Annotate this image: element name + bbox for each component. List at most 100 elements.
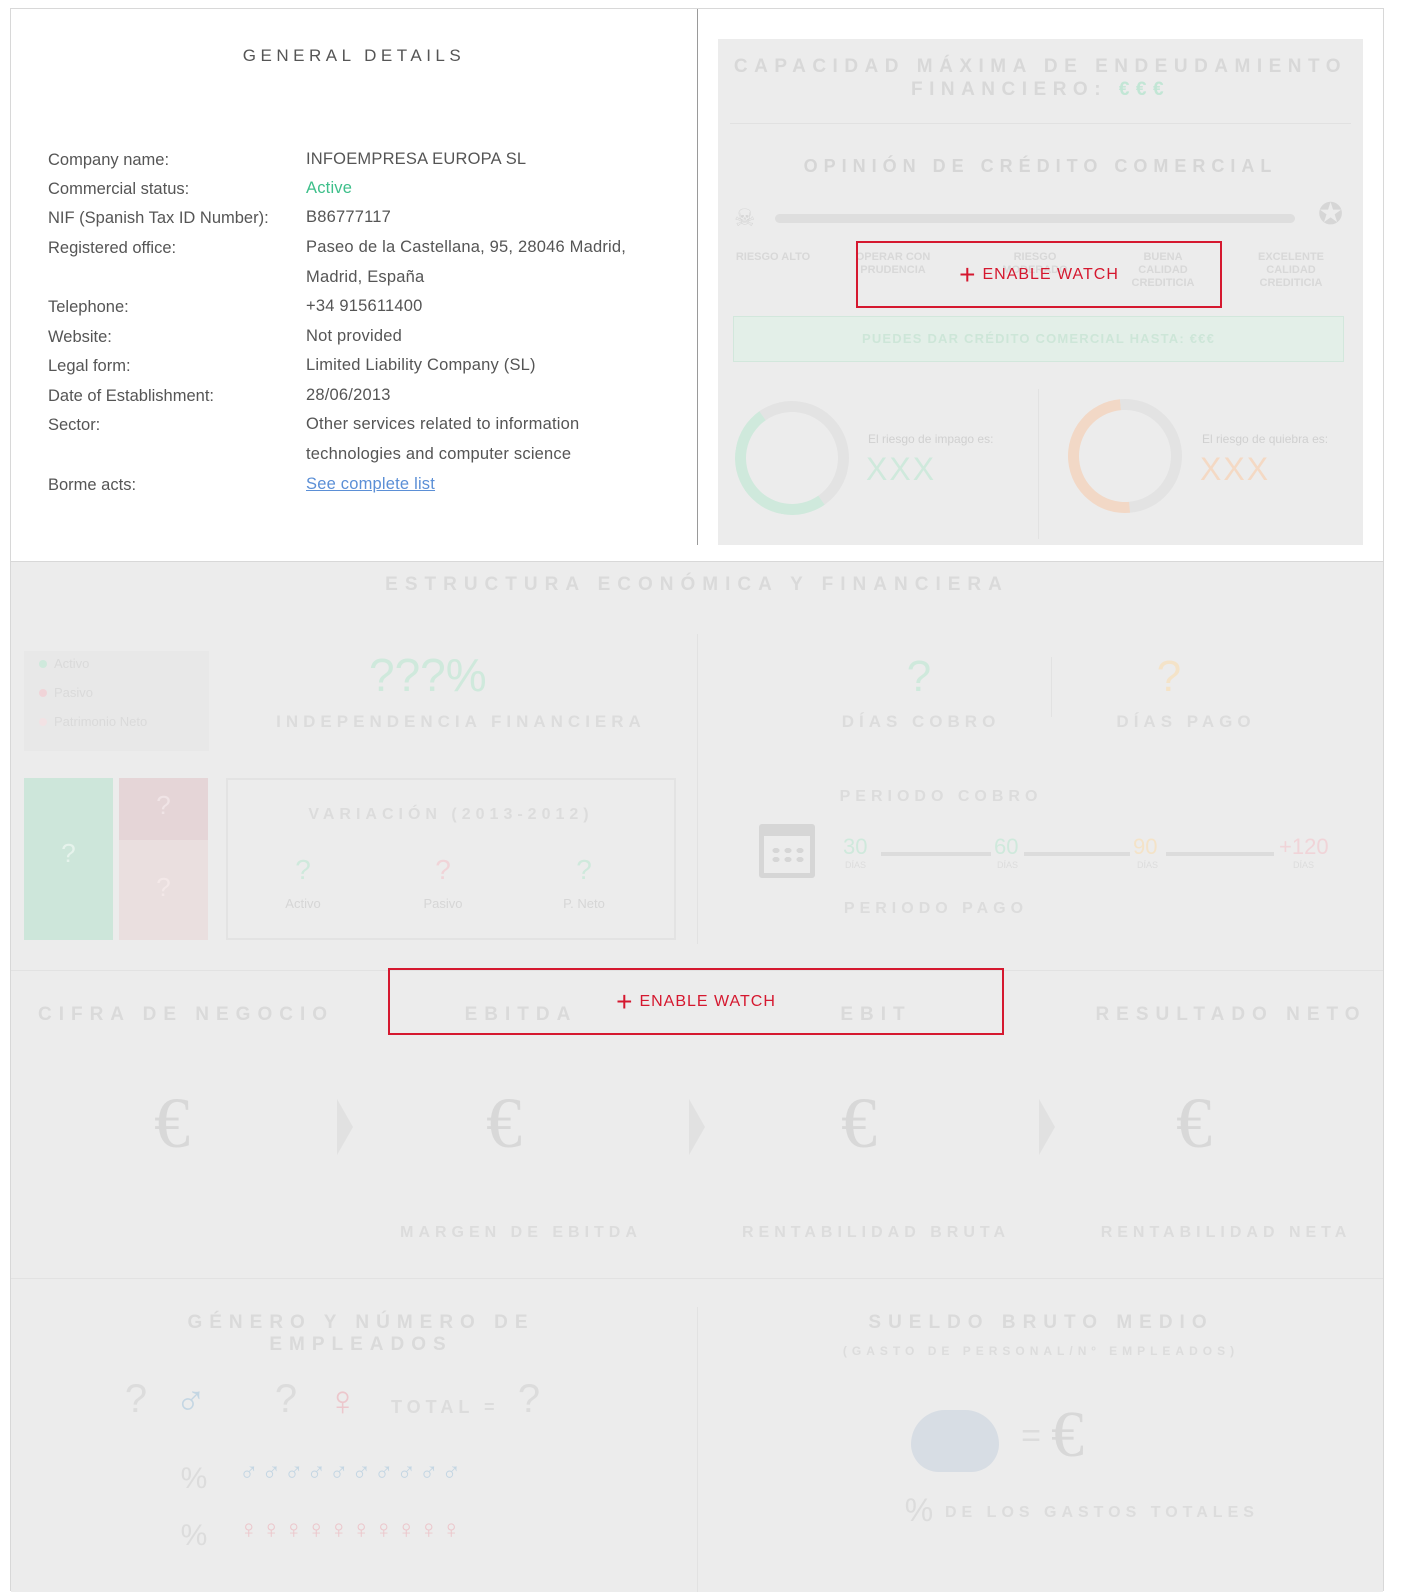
- credit-slider-track: [775, 214, 1295, 223]
- value-date-establishment: 28/06/2013: [306, 386, 391, 404]
- female-percent: %: [180, 1519, 208, 1552]
- rentabilidad-bruta-label: RENTABILIDAD BRUTA: [741, 1224, 1011, 1241]
- value-legal-form: Limited Liability Company (SL): [306, 356, 536, 374]
- credit-title-value: €€€: [1118, 79, 1171, 100]
- label-legal-form: Legal form:: [48, 357, 131, 375]
- brain-icon: [911, 1410, 999, 1472]
- structure-title: ESTRUCTURA ECONÓMICA Y FINANCIERA: [385, 574, 1009, 595]
- value-telephone: +34 915611400: [306, 297, 423, 315]
- var-pasivo-label: Pasivo: [423, 896, 463, 911]
- dias-divider: [1051, 657, 1052, 717]
- independence-value: ???%: [369, 649, 487, 701]
- independence-label: INDEPENDENCIA FINANCIERA: [276, 712, 646, 731]
- see-complete-list-link[interactable]: See complete list: [306, 475, 435, 493]
- equals-sign: =: [1021, 1417, 1041, 1455]
- label-sector: Sector:: [48, 416, 101, 434]
- dias-pago-label: DÍAS PAGO: [1116, 712, 1256, 731]
- calendar-icon: [759, 824, 815, 878]
- arrow-3: [1039, 1099, 1055, 1155]
- tl-90-dias: DÍAS: [1137, 860, 1159, 870]
- bar-activo: ?: [24, 778, 113, 940]
- gastos-percent: %: [904, 1492, 934, 1528]
- var-activo-label: Activo: [285, 896, 321, 911]
- dias-pago-q: ?: [1156, 652, 1182, 701]
- euro-icon-cifra: €: [154, 1083, 190, 1163]
- credit-title-line2-wrap: FINANCIERO: €€€: [718, 78, 1363, 101]
- employees-divider: [697, 1307, 698, 1592]
- level-riesgo-alto: RIESGO ALTO: [735, 251, 811, 263]
- skull-icon: ☠: [734, 205, 756, 232]
- label-commercial-status: Commercial status:: [48, 180, 190, 198]
- impago-ring: [725, 391, 859, 525]
- opinion-title: OPINIÓN DE CRÉDITO COMERCIAL: [803, 156, 1278, 176]
- bar-patrimonio-q: ?: [156, 872, 171, 902]
- label-date-establishment: Date of Establishment:: [48, 387, 214, 405]
- structure-legend: Activo Pasivo Patrimonio Neto: [24, 651, 209, 751]
- tl-120-dias: DÍAS: [1293, 860, 1315, 870]
- top-panel: GENERAL DETAILS Company name: INFOEMPRES…: [11, 9, 1383, 562]
- enable-watch-button-results[interactable]: + ENABLE WATCH: [388, 968, 1004, 1035]
- legend-patrimonio: Patrimonio Neto: [24, 709, 209, 738]
- quiebra-ring: [1044, 375, 1206, 537]
- impago-label: El riesgo de impago es:: [868, 432, 994, 446]
- periodo-cobro-label: PERIODO COBRO: [839, 788, 1043, 805]
- euro-icon-ebit: €: [841, 1083, 877, 1163]
- plus-icon: +: [959, 258, 977, 290]
- value-borme-acts: See complete list: [306, 470, 666, 500]
- periodo-pago-label: PERIODO PAGO: [843, 900, 1029, 917]
- award-icon: ✪: [1318, 198, 1344, 231]
- label-nif: NIF (Spanish Tax ID Number):: [48, 209, 269, 227]
- ring-separator: [1038, 389, 1039, 539]
- value-registered-office: Paseo de la Castellana, 95, 28046 Madrid…: [306, 238, 627, 286]
- value-website: Not provided: [306, 327, 402, 345]
- variation-box: VARIACIÓN (2013-2012) ? ? ? Activo Pasiv…: [226, 778, 676, 940]
- variation-title: VARIACIÓN (2013-2012): [308, 806, 594, 823]
- value-company-name: INFOEMPRESA EUROPA SL: [306, 150, 527, 168]
- arrow-2: [689, 1099, 705, 1155]
- enable-watch-label: ENABLE WATCH: [982, 265, 1119, 283]
- top-divider: [697, 9, 698, 545]
- salary-title: SUELDO BRUTO MEDIO: [868, 1312, 1214, 1333]
- gastos-label: DE LOS GASTOS TOTALES: [945, 1504, 1259, 1521]
- quiebra-value: XXX: [1200, 451, 1271, 487]
- employees-title: GÉNERO Y NÚMERO DE EMPLEADOS: [187, 1312, 535, 1355]
- tl-60-dias: DÍAS: [997, 860, 1019, 870]
- tl-120: +120: [1279, 834, 1329, 859]
- salary-subtitle: (GASTO DE PERSONAL/Nº EMPLEADOS): [842, 1344, 1240, 1358]
- tl-line-2: [1024, 852, 1130, 856]
- value-nif: B86777117: [306, 208, 391, 226]
- quiebra-label: El riesgo de quiebra es:: [1202, 432, 1329, 446]
- results-divider-bottom: [11, 1278, 1383, 1279]
- enable-watch-button-credit[interactable]: + ENABLE WATCH: [856, 241, 1222, 308]
- tl-30: 30: [843, 834, 868, 859]
- female-icon: ♀: [327, 1377, 359, 1424]
- enable-watch-label: ENABLE WATCH: [639, 992, 776, 1010]
- tl-line-1: [881, 852, 991, 856]
- dias-cobro-label: DÍAS COBRO: [841, 712, 1001, 731]
- var-pasivo-q: ?: [435, 854, 451, 885]
- bar-pasivo-q: ?: [156, 790, 171, 820]
- level-excelente-calidad: EXCELENTE CALIDAD CREDITICIA: [1257, 251, 1324, 289]
- tl-30-dias: DÍAS: [845, 860, 867, 870]
- female-people-row: ♀♀♀♀♀♀♀♀♀♀: [239, 1514, 464, 1544]
- value-commercial-status: Active: [306, 179, 353, 197]
- euro-icon-ebitda: €: [486, 1083, 522, 1163]
- dias-cobro-q: ?: [906, 652, 932, 701]
- label-company-name: Company name:: [48, 151, 170, 169]
- general-details-title: GENERAL DETAILS: [242, 46, 466, 65]
- tl-60: 60: [994, 834, 1019, 859]
- label-registered-office: Registered office:: [48, 239, 177, 257]
- euro-icon-neto: €: [1176, 1083, 1212, 1163]
- female-count-q: ?: [274, 1377, 298, 1421]
- tl-line-3: [1166, 852, 1274, 856]
- credit-capacity-title: CAPACIDAD MÁXIMA DE ENDEUDAMIENTO FINANC…: [718, 55, 1363, 101]
- var-activo-q: ?: [295, 854, 311, 885]
- var-neto-q: ?: [576, 854, 592, 885]
- salary-euro-icon: €: [1051, 1398, 1084, 1471]
- header-resultado-neto: RESULTADO NETO: [1095, 1004, 1367, 1025]
- credit-divider: [730, 123, 1351, 124]
- value-sector: Other services related to information te…: [306, 415, 580, 463]
- report-frame: GENERAL DETAILS Company name: INFOEMPRES…: [10, 8, 1384, 1592]
- label-website: Website:: [48, 328, 112, 346]
- impago-value: XXX: [866, 451, 937, 487]
